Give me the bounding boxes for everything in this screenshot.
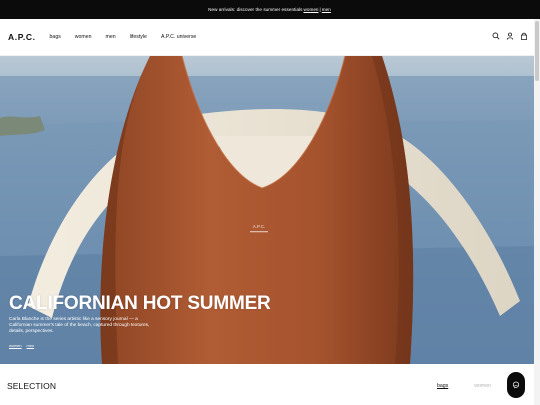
header-icons <box>492 32 528 40</box>
announcement-link-men[interactable]: men <box>322 7 331 12</box>
tab-bags[interactable]: bags <box>437 383 448 389</box>
account-icon[interactable] <box>506 32 514 40</box>
selection-title: SELECTION <box>7 381 57 391</box>
main-header: A.P.C. bags women men lifestyle A.P.C. u… <box>0 19 534 56</box>
announcement-text: New arrivals: discover the summer essent… <box>208 7 303 12</box>
announcement-separator: | <box>319 7 321 12</box>
brand-logo[interactable]: A.P.C. <box>8 32 36 42</box>
tab-women[interactable]: women <box>474 383 491 389</box>
bag-stamp: A.P.C. <box>253 224 265 229</box>
announcement-link-women[interactable]: women <box>303 7 318 12</box>
chat-button[interactable] <box>507 372 525 398</box>
bag-icon[interactable] <box>520 32 528 40</box>
main-menu: bags women men lifestyle A.P.C. universe <box>50 34 211 40</box>
chat-icon <box>512 381 520 389</box>
announcement-bar: New arrivals: discover the summer essent… <box>0 0 540 19</box>
menu-item-universe[interactable]: A.P.C. universe <box>161 34 196 40</box>
hero-description: Carla Blanche is the series artistic lik… <box>9 317 150 335</box>
scrollbar-thumb[interactable] <box>535 21 539 81</box>
menu-item-lifestyle[interactable]: lifestyle <box>130 34 147 40</box>
hero-link-men[interactable]: men <box>27 343 35 348</box>
menu-item-women[interactable]: women <box>75 34 92 40</box>
hero-text: CALIFORNIAN HOT SUMMER Carla Blanche is … <box>9 294 271 348</box>
menu-item-bags[interactable]: bags <box>50 34 61 40</box>
menu-item-men[interactable]: men <box>106 34 116 40</box>
hero-title: CALIFORNIAN HOT SUMMER <box>9 293 271 314</box>
selection-tabs: bags women <box>437 383 491 389</box>
hero-links: women men <box>9 343 271 348</box>
hero-banner[interactable]: A.P.C. CALIFORNIAN HOT SUMMER Carla Blan… <box>0 56 534 364</box>
search-icon[interactable] <box>492 32 500 40</box>
page-scrollbar[interactable] <box>534 19 540 405</box>
selection-section: SELECTION bags women <box>0 364 534 405</box>
hero-link-women[interactable]: women <box>9 343 22 348</box>
